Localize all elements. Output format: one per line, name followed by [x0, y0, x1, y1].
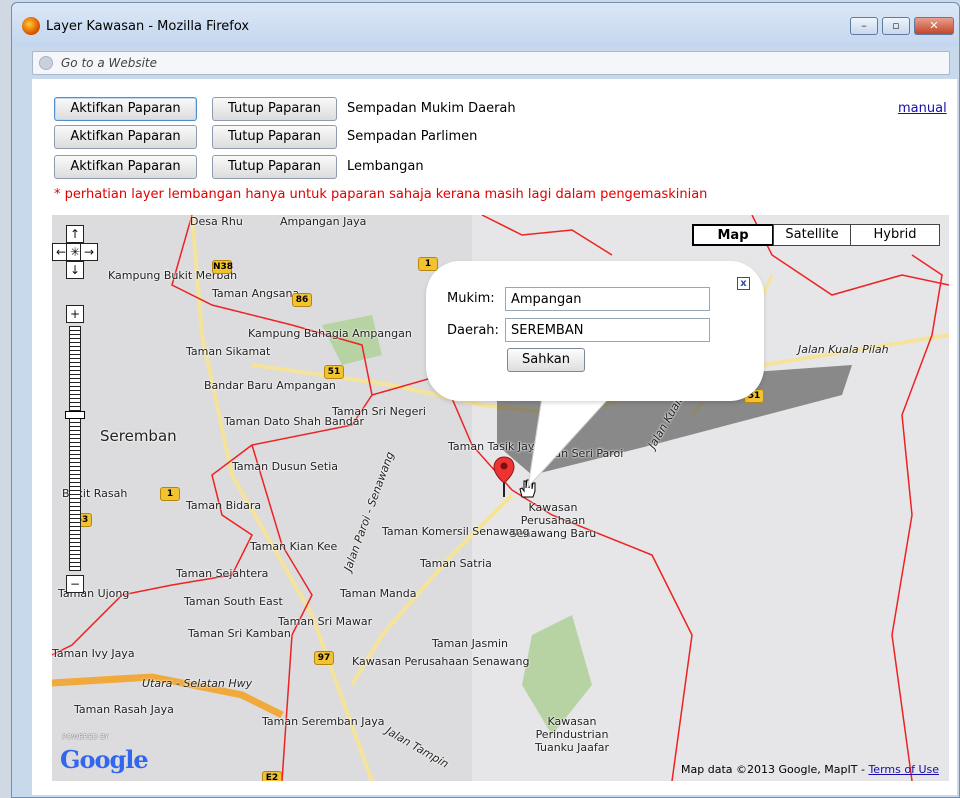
- layer-name: Sempadan Parlimen: [347, 129, 478, 144]
- zoom-slider-thumb[interactable]: [65, 411, 85, 419]
- pan-up-button[interactable]: ↑: [66, 225, 84, 243]
- activate-layer-button[interactable]: Aktifkan Paparan: [54, 155, 197, 179]
- place-label: Taman South East: [184, 595, 283, 608]
- close-layer-button[interactable]: Tutup Paparan: [212, 97, 337, 121]
- place-label: Taman Kian Kee: [250, 540, 338, 553]
- activate-layer-button[interactable]: Aktifkan Paparan: [54, 97, 197, 121]
- road-shield: 97: [314, 651, 334, 665]
- attribution-text: Map data ©2013 Google, MapIT -: [681, 763, 869, 776]
- bubble-tail: [527, 396, 612, 489]
- place-label: Taman Rasah Jaya: [74, 703, 174, 716]
- close-layer-button[interactable]: Tutup Paparan: [212, 155, 337, 179]
- daerah-field[interactable]: [505, 318, 710, 342]
- place-label: Kawasan Perusahaan Senawang: [352, 655, 530, 668]
- sahkan-button[interactable]: Sahkan: [507, 348, 585, 372]
- zoom-slider-track[interactable]: [69, 326, 81, 571]
- zoom-in-button[interactable]: +: [66, 305, 84, 323]
- place-label: Taman Dusun Setia: [232, 460, 339, 473]
- mukim-label: Mukim:: [447, 291, 495, 306]
- restore-button[interactable]: ▫: [882, 17, 910, 35]
- map-marker-icon[interactable]: [492, 455, 516, 499]
- road-shield: 86: [292, 293, 312, 307]
- globe-icon: [39, 56, 53, 70]
- place-label: Taman Jasmin: [432, 637, 509, 650]
- map-type-hybrid[interactable]: Hybrid: [850, 224, 940, 246]
- place-label: Taman Sri Kamban: [188, 627, 291, 640]
- map-type-satellite[interactable]: Satellite: [773, 224, 851, 246]
- place-label: Taman Komersil Senawang: [382, 525, 530, 538]
- place-label: Taman Bidara: [186, 499, 262, 512]
- place-label: Seremban: [100, 427, 177, 445]
- google-logo-text: Google: [60, 745, 149, 774]
- place-label: Ampangan Jaya: [280, 215, 367, 228]
- page-content: Aktifkan Paparan Tutup Paparan Sempadan …: [32, 79, 957, 795]
- layer-name: Lembangan: [347, 159, 424, 174]
- close-button[interactable]: ✕: [914, 17, 954, 35]
- place-label: Kampung Bahagia Ampangan: [248, 327, 412, 340]
- road-shield: N38: [212, 260, 234, 274]
- layer-name: Sempadan Mukim Daerah: [347, 101, 516, 116]
- firefox-icon: [22, 17, 40, 35]
- road-shield: 1: [418, 257, 438, 271]
- place-label: Desa Rhu: [190, 215, 243, 228]
- address-bar[interactable]: Go to a Website: [32, 51, 950, 75]
- pan-right-button[interactable]: →: [80, 243, 98, 261]
- google-logo[interactable]: Google: [60, 745, 149, 774]
- place-label: Taman Sri Mawar: [278, 615, 373, 628]
- popup-close-button[interactable]: x: [737, 277, 750, 290]
- terms-of-use-link[interactable]: Terms of Use: [868, 763, 939, 776]
- daerah-label: Daerah:: [447, 323, 499, 338]
- browser-window: Layer Kawasan - Mozilla Firefox – ▫ ✕ Go…: [11, 2, 960, 798]
- powered-by-label: POWERED BY: [62, 733, 109, 741]
- road-shield: 1: [160, 487, 180, 501]
- road-label: Utara - Selatan Hwy: [142, 677, 253, 690]
- map-type-map[interactable]: Map: [692, 224, 774, 246]
- place-label: Taman Ivy Jaya: [52, 647, 135, 660]
- place-label: Taman Manda: [340, 587, 417, 600]
- place-label: Taman Angsana: [212, 287, 300, 300]
- road-shield: 51: [324, 365, 344, 379]
- place-label: Taman Sejahtera: [176, 567, 269, 580]
- zoom-out-button[interactable]: −: [66, 575, 84, 593]
- road-label: Jalan Kuala Pilah: [798, 343, 889, 356]
- pan-down-button[interactable]: ↓: [66, 261, 84, 279]
- place-label: Taman Satria: [420, 557, 492, 570]
- place-label: Taman Sikamat: [186, 345, 271, 358]
- warning-note: * perhatian layer lembangan hanya untuk …: [54, 187, 708, 202]
- place-label: Kawasan Perindustrian Tuanku Jaafar: [534, 715, 610, 754]
- map-canvas[interactable]: Desa Rhu Ampangan Jaya Kampung Bukit Mer…: [52, 215, 949, 781]
- map-attribution: Map data ©2013 Google, MapIT - Terms of …: [681, 763, 939, 776]
- info-popup: x Mukim: Daerah: Sahkan: [426, 261, 764, 401]
- place-label: Taman Seremban Jaya: [262, 715, 385, 728]
- mukim-field[interactable]: [505, 287, 710, 311]
- place-label: Bandar Baru Ampangan: [204, 379, 336, 392]
- window-title: Layer Kawasan - Mozilla Firefox: [46, 19, 250, 34]
- minimize-button[interactable]: –: [850, 17, 878, 35]
- close-layer-button[interactable]: Tutup Paparan: [212, 125, 337, 149]
- manual-link[interactable]: manual: [898, 101, 947, 116]
- activate-layer-button[interactable]: Aktifkan Paparan: [54, 125, 197, 149]
- address-placeholder[interactable]: Go to a Website: [61, 56, 157, 70]
- title-bar: Layer Kawasan - Mozilla Firefox – ▫ ✕: [12, 3, 959, 47]
- road-shield: E2: [262, 771, 282, 781]
- place-label: Taman Sri Negeri: [332, 405, 426, 418]
